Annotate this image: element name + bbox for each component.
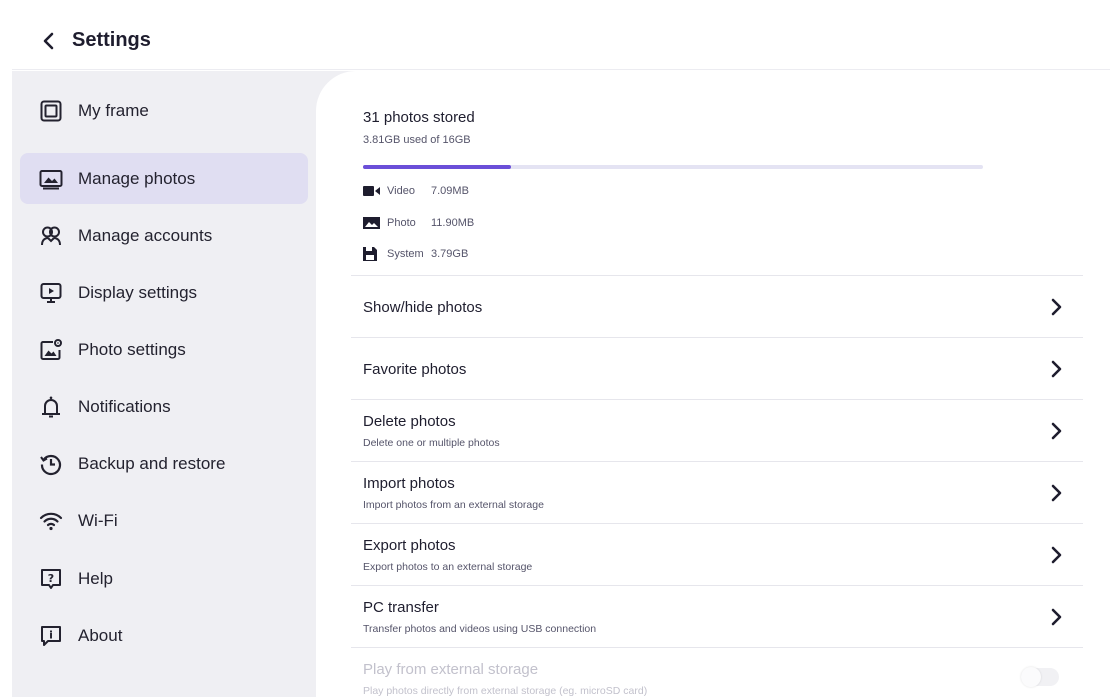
- svg-text:i: i: [49, 628, 53, 641]
- manage-photos-panel: 31 photos stored 3.81GB used of 16GB Vid…: [316, 71, 1110, 697]
- sidebar-item-manage-photos[interactable]: Manage photos: [20, 153, 308, 204]
- sidebar-item-label: Help: [78, 568, 113, 588]
- settings-screen: Settings My frame Manage photos Manage a…: [12, 12, 1110, 697]
- frame-icon: [38, 98, 64, 124]
- chevron-right-icon: [1051, 298, 1062, 316]
- chevron-right-icon: [1051, 484, 1062, 502]
- sidebar-item-label: Manage photos: [78, 168, 196, 188]
- chevron-right-icon: [1051, 608, 1062, 626]
- row-title: Export photos: [363, 537, 456, 554]
- chevron-right-icon: [1051, 360, 1062, 378]
- row-subtitle: Delete one or multiple photos: [363, 437, 500, 449]
- sidebar-item-manage-accounts[interactable]: Manage accounts: [20, 210, 308, 261]
- sidebar-item-about[interactable]: i About: [20, 610, 308, 661]
- row-subtitle: Play photos directly from external stora…: [363, 685, 648, 697]
- image-icon: [363, 216, 381, 230]
- help-icon: ?: [38, 566, 64, 592]
- history-icon: [38, 451, 64, 477]
- show-hide-photos-row[interactable]: Show/hide photos: [351, 275, 1083, 337]
- sidebar-item-notifications[interactable]: Notifications: [20, 381, 308, 432]
- row-subtitle: Export photos to an external storage: [363, 561, 533, 573]
- bell-icon: [38, 394, 64, 420]
- sidebar-item-label: About: [78, 625, 123, 645]
- sidebar-item-label: My frame: [78, 100, 149, 120]
- chevron-right-icon: [1051, 422, 1062, 440]
- row-title: Delete photos: [363, 413, 456, 430]
- storage-progress-fill: [363, 165, 511, 169]
- sidebar-item-label: Wi-Fi: [78, 510, 118, 530]
- header-bar: Settings: [12, 12, 1110, 70]
- back-button[interactable]: [34, 26, 64, 56]
- sidebar-item-my-frame[interactable]: My frame: [20, 85, 308, 136]
- row-subtitle: Import photos from an external storage: [363, 499, 544, 511]
- storage-title: 31 photos stored: [363, 109, 475, 126]
- display-icon: [38, 280, 64, 306]
- sidebar-item-label: Display settings: [78, 282, 198, 302]
- floppy-disk-icon: [363, 247, 381, 261]
- wifi-icon: [38, 508, 64, 534]
- sidebar-item-label: Notifications: [78, 396, 171, 416]
- sidebar-item-wifi[interactable]: Wi-Fi: [20, 495, 308, 546]
- import-photos-row[interactable]: Import photos Import photos from an exte…: [351, 461, 1083, 523]
- sidebar-item-photo-settings[interactable]: Photo settings: [20, 324, 308, 375]
- page-title: Settings: [72, 29, 151, 51]
- accounts-icon: [38, 223, 64, 249]
- pc-transfer-row[interactable]: PC transfer Transfer photos and videos u…: [351, 585, 1083, 647]
- sidebar-item-backup-restore[interactable]: Backup and restore: [20, 438, 308, 489]
- row-subtitle: Transfer photos and videos using USB con…: [363, 623, 597, 635]
- storage-progress-bar: [363, 165, 983, 169]
- chevron-left-icon: [43, 32, 54, 49]
- toggle-knob: [1021, 667, 1041, 687]
- photo-settings-icon: [38, 337, 64, 363]
- video-camera-icon: [363, 184, 381, 198]
- photos-icon: [38, 166, 64, 192]
- row-title: PC transfer: [363, 599, 439, 616]
- favorite-photos-row[interactable]: Favorite photos: [351, 337, 1083, 399]
- row-title: Show/hide photos: [363, 299, 483, 316]
- row-title: Favorite photos: [363, 361, 467, 378]
- row-title: Import photos: [363, 475, 455, 492]
- storage-usage-text: 3.81GB used of 16GB: [363, 134, 471, 146]
- chevron-right-icon: [1051, 546, 1062, 564]
- svg-text:?: ?: [48, 572, 54, 585]
- play-external-storage-row: Play from external storage Play photos d…: [351, 647, 1083, 697]
- info-icon: i: [38, 623, 64, 649]
- row-title: Play from external storage: [363, 661, 539, 678]
- sidebar-item-display-settings[interactable]: Display settings: [20, 267, 308, 318]
- sidebar-item-label: Backup and restore: [78, 453, 226, 473]
- main-content: 31 photos stored 3.81GB used of 16GB Vid…: [316, 71, 1110, 697]
- storage-stat-video: Video 7.09MB: [363, 183, 469, 199]
- sidebar: My frame Manage photos Manage accounts D…: [12, 71, 316, 697]
- storage-stat-system: System 3.79GB: [363, 246, 468, 262]
- sidebar-item-label: Manage accounts: [78, 225, 213, 245]
- sidebar-item-help[interactable]: ? Help: [20, 553, 308, 604]
- play-external-storage-toggle[interactable]: [1021, 667, 1059, 687]
- storage-stat-photo: Photo 11.90MB: [363, 215, 474, 231]
- sidebar-item-label: Photo settings: [78, 339, 186, 359]
- delete-photos-row[interactable]: Delete photos Delete one or multiple pho…: [351, 399, 1083, 461]
- export-photos-row[interactable]: Export photos Export photos to an extern…: [351, 523, 1083, 585]
